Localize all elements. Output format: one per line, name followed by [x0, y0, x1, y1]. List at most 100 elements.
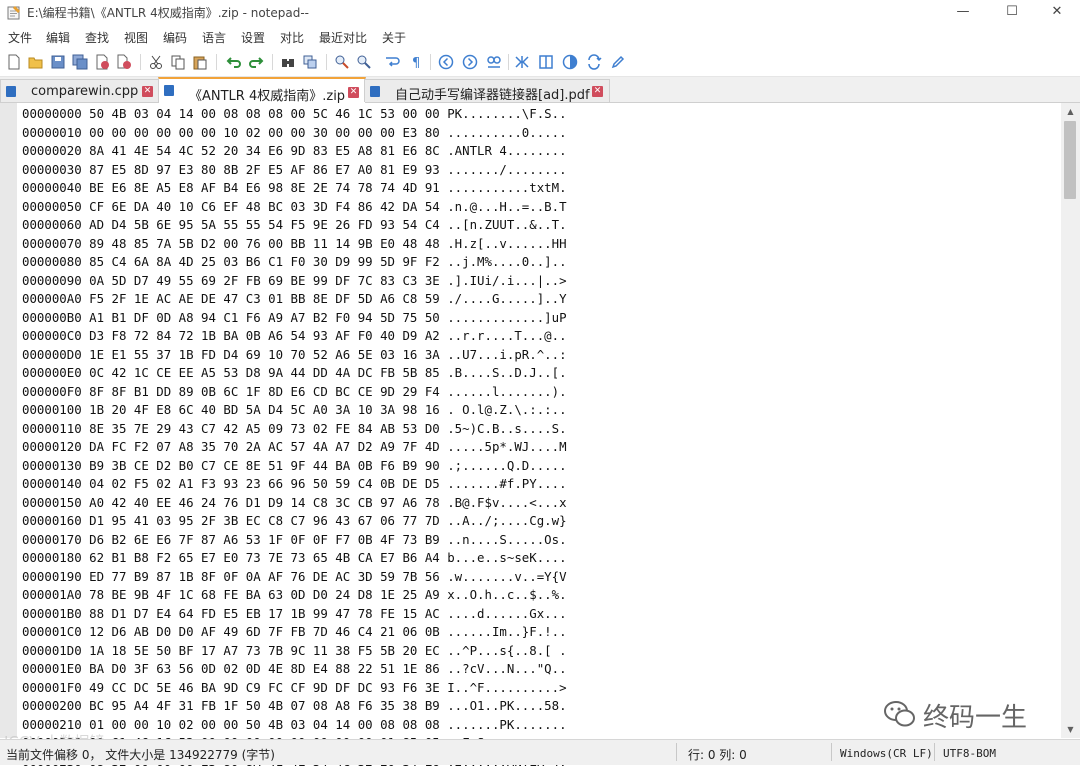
menu-file[interactable]: 文件: [8, 29, 32, 46]
notepad-app-icon: [7, 5, 21, 20]
copy-icon[interactable]: [170, 54, 186, 70]
toolbar-separator: [272, 54, 273, 70]
tab-antlr-zip[interactable]: 《ANTLR 4权威指南》.zip ✕: [158, 77, 366, 104]
minimize-icon: —: [957, 4, 970, 19]
tab-compiler-linker-pdf[interactable]: 自己动手写编译器链接器[ad].pdf ✕: [364, 79, 610, 102]
hex-line: 000000A0 F5 2F 1E AC AE DE 47 C3 01 BB 8…: [22, 290, 567, 309]
undo-icon[interactable]: [226, 54, 242, 70]
scroll-up-arrow-icon[interactable]: ▲: [1061, 103, 1080, 120]
hex-line: 00000200 BC 95 A4 4F 31 FB 1F 50 4B 07 0…: [22, 697, 567, 716]
hex-line: 00000040 BE E6 8E A5 E8 AF B4 E6 98 8E 2…: [22, 179, 567, 198]
menu-find[interactable]: 查找: [85, 29, 109, 46]
hex-line: 000001B0 88 D1 D7 E4 64 FD E5 EB 17 1B 9…: [22, 605, 567, 624]
cut-icon[interactable]: [148, 54, 164, 70]
close-window-button[interactable]: ✕: [1034, 0, 1080, 26]
replace-icon[interactable]: [302, 54, 318, 70]
menu-bar: 文件 编辑 查找 视图 编码 语言 设置 对比 最近对比 关于: [0, 26, 1080, 48]
hex-line: 00000000 50 4B 03 04 14 00 08 08 08 00 5…: [22, 105, 567, 124]
pen-icon[interactable]: [610, 54, 626, 70]
document-icon: [370, 86, 380, 97]
hex-line: 000000C0 D3 F8 72 84 72 1B BA 0B A6 54 9…: [22, 327, 567, 346]
show-symbols-icon[interactable]: ¶: [408, 54, 424, 70]
save-all-icon[interactable]: [72, 54, 88, 70]
hex-line: 00000080 85 C4 6A 8A 4D 25 03 B6 C1 F0 3…: [22, 253, 567, 272]
tab-label: comparewin.cpp: [31, 84, 138, 99]
open-file-icon[interactable]: [28, 54, 44, 70]
menu-about[interactable]: 关于: [382, 29, 406, 46]
menu-edit[interactable]: 编辑: [46, 29, 70, 46]
tab-close-icon[interactable]: ✕: [348, 87, 359, 98]
hex-line: 00000120 DA FC F2 07 A8 35 70 2A AC 57 4…: [22, 438, 567, 457]
zoom-out-icon[interactable]: [356, 54, 372, 70]
vertical-scrollbar[interactable]: ▲ ▼: [1061, 103, 1080, 738]
hex-line: 000000B0 A1 B1 DF 0D A8 94 C1 F6 A9 A7 B…: [22, 309, 567, 328]
menu-settings[interactable]: 设置: [241, 29, 265, 46]
toolbar-separator: [140, 54, 141, 70]
menu-language[interactable]: 语言: [202, 29, 226, 46]
tab-label: 《ANTLR 4权威指南》.zip: [189, 85, 345, 104]
close-file-icon[interactable]: [94, 54, 110, 70]
title-bar: E:\编程书籍\《ANTLR 4权威指南》.zip - notepad-- — …: [0, 0, 1080, 26]
zoom-in-icon[interactable]: [334, 54, 350, 70]
hex-line: 00000160 D1 95 41 03 95 2F 3B EC C8 C7 9…: [22, 512, 567, 531]
hex-line: 00000020 8A 41 4E 54 4C 52 20 34 E6 9D 8…: [22, 142, 567, 161]
tab-close-icon[interactable]: ✕: [592, 86, 603, 97]
compare-icon[interactable]: [486, 54, 502, 70]
close-all-icon[interactable]: [116, 54, 132, 70]
menu-compare[interactable]: 对比: [280, 29, 304, 46]
hex-line: 000001E0 BA D0 3F 63 56 0D 02 0D 4E 8D E…: [22, 660, 567, 679]
document-icon: [164, 85, 174, 96]
hex-line: 00000140 04 02 F5 02 A1 F3 93 23 66 96 5…: [22, 475, 567, 494]
split-view-icon[interactable]: [514, 54, 530, 70]
hex-line: 00000180 62 B1 B8 F2 65 E7 E0 73 7E 73 6…: [22, 549, 567, 568]
menu-encoding[interactable]: 编码: [163, 29, 187, 46]
status-cursor-position: 行: 0 列: 0: [688, 746, 747, 763]
scrollbar-thumb[interactable]: [1064, 121, 1076, 199]
hex-line: 000000D0 1E E1 55 37 1B FD D4 69 10 70 5…: [22, 346, 567, 365]
status-separator: [934, 743, 935, 761]
hex-editor-area[interactable]: 00000000 50 4B 03 04 14 00 08 08 08 00 5…: [0, 103, 1061, 738]
status-line-ending: Windows(CR LF): [840, 747, 933, 760]
hex-line: 00000170 D6 B2 6E E6 7F 87 A6 53 1F 0F 0…: [22, 531, 567, 550]
hex-line: 00000060 AD D4 5B 6E 95 5A 55 55 54 F5 9…: [22, 216, 567, 235]
tab-comparewin-cpp[interactable]: comparewin.cpp ✕: [0, 79, 160, 102]
hex-line: 00000050 CF 6E DA 40 10 C6 EF 48 BC 03 3…: [22, 198, 567, 217]
status-separator: [831, 743, 832, 761]
refresh-icon[interactable]: [586, 54, 602, 70]
hex-line: 00000010 00 00 00 00 00 00 10 02 00 00 3…: [22, 124, 567, 143]
new-file-icon[interactable]: [6, 54, 22, 70]
wrap-icon[interactable]: [384, 54, 400, 70]
minimize-button[interactable]: —: [940, 0, 986, 26]
hex-line: 000001D0 1A 18 5E 50 BF 17 A7 73 7B 9C 1…: [22, 642, 567, 661]
redo-icon[interactable]: [248, 54, 264, 70]
save-icon[interactable]: [50, 54, 66, 70]
paste-icon[interactable]: [192, 54, 208, 70]
hex-line: 00000110 8E 35 7E 29 43 C7 42 A5 09 73 0…: [22, 420, 567, 439]
wechat-watermark: 终码一生: [883, 695, 1053, 737]
tab-label: 自己动手写编译器链接器[ad].pdf: [395, 84, 590, 103]
theme-icon[interactable]: [562, 54, 578, 70]
menu-recent-compare[interactable]: 最近对比: [319, 29, 367, 46]
find-icon[interactable]: [280, 54, 296, 70]
hex-line: 00000100 1B 20 4F E8 6C 40 BD 5A D4 5C A…: [22, 401, 567, 420]
toolbar-separator: [216, 54, 217, 70]
maximize-icon: ☐: [1006, 4, 1018, 19]
hex-line: 00000090 0A 5D D7 49 55 69 2F FB 69 BE 9…: [22, 272, 567, 291]
hex-line: 000001C0 12 D6 AB D0 D0 AF 49 6D 7F FB 7…: [22, 623, 567, 642]
prev-diff-icon[interactable]: [438, 54, 454, 70]
tab-bar: comparewin.cpp ✕ 《ANTLR 4权威指南》.zip ✕ 自己动…: [0, 77, 1080, 103]
tab-close-icon[interactable]: ✕: [142, 86, 153, 97]
toolbar-separator: [326, 54, 327, 70]
maximize-button[interactable]: ☐: [989, 0, 1035, 26]
margin-gutter: [0, 103, 17, 738]
hex-lines: 00000000 50 4B 03 04 14 00 08 08 08 00 5…: [22, 105, 567, 771]
hex-line: 000001F0 49 CC DC 5E 46 BA 9D C9 FC CF 9…: [22, 679, 567, 698]
menu-view[interactable]: 视图: [124, 29, 148, 46]
hex-line: 00000130 B9 3B CE D2 B0 C7 CE 8E 51 9F 4…: [22, 457, 567, 476]
column-mode-icon[interactable]: [538, 54, 554, 70]
scroll-down-arrow-icon[interactable]: ▼: [1061, 721, 1080, 738]
toolbar-separator: [508, 54, 509, 70]
document-icon: [6, 86, 16, 97]
next-diff-icon[interactable]: [462, 54, 478, 70]
status-bar: 当前文件偏移 0， 文件大小是 134922779 (字节) 行: 0 列: 0…: [0, 739, 1080, 765]
